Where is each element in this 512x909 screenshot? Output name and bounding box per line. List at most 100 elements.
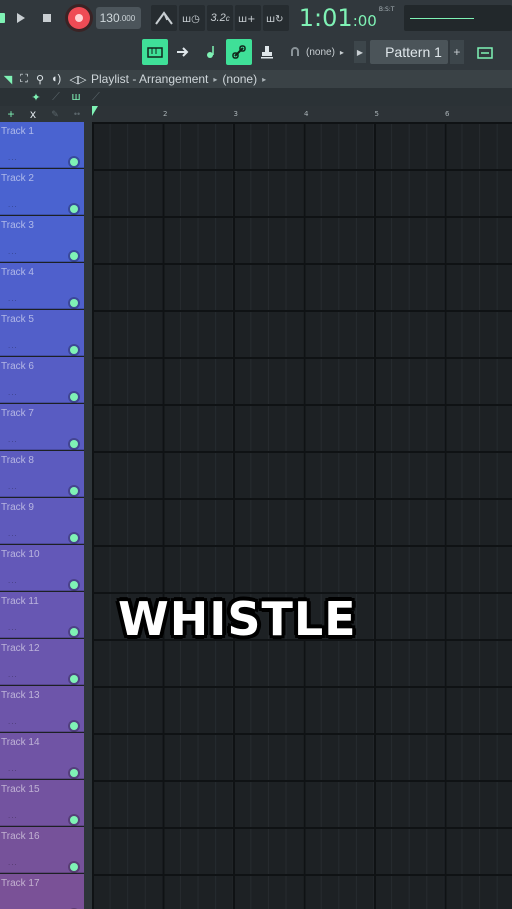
wait-for-input-icon[interactable]: ш◷ [179,5,206,31]
pattern-next-icon[interactable]: ▶ [353,41,366,63]
track-header[interactable]: Track 12... [0,639,84,685]
track-grip-icon[interactable]: ... [8,623,18,632]
track-grip-icon[interactable]: ... [8,200,18,209]
add-pattern-label: + [453,45,461,59]
track-header[interactable]: Track 3... [0,216,84,262]
track-grip-icon[interactable]: ... [8,764,18,773]
stamp-icon[interactable] [254,39,280,65]
svg-text:ш◷: ш◷ [182,14,200,24]
playlist-title-bar: ◥ ⛶ ⚲ ◖) ◁▷ Playlist - Arrangement ▸ (no… [0,70,512,88]
ruler-bar-number: 4 [304,110,309,118]
track-header[interactable]: Track 1... [0,122,84,168]
track-mute-led[interactable] [70,675,78,683]
track-grip-icon[interactable]: ... [8,811,18,820]
track-grip-icon[interactable]: ... [8,388,18,397]
track-mute-led[interactable] [70,722,78,730]
countdown-counter[interactable]: 3.2 c [207,5,234,31]
track-mute-led[interactable] [70,769,78,777]
tempo-value: 130 [99,11,120,25]
track-mute-led[interactable] [70,158,78,166]
channel-rack-icon[interactable] [472,39,498,65]
playlist-mode-icon[interactable] [0,5,8,31]
track-mute-led[interactable] [70,346,78,354]
playlist-title: Playlist - Arrangement [91,72,209,86]
track-name: Track 11 [1,596,39,607]
arrow-right-icon[interactable] [170,39,196,65]
track-mute-led[interactable] [70,393,78,401]
track-mute-led[interactable] [70,863,78,871]
snap-icon[interactable]: ✦ [26,89,46,105]
tempo-decimal: .000 [119,13,136,23]
song-position-display: 1:01:00 B:S:T [299,4,395,32]
track-mute-led[interactable] [70,440,78,448]
track-grip-icon[interactable]: ... [8,858,18,867]
track-header[interactable]: Track 5... [0,310,84,356]
track-name: Track 12 [1,643,40,654]
track-grip-icon[interactable]: ... [8,153,18,162]
track-mute-led[interactable] [70,534,78,542]
stop-button[interactable] [34,5,60,31]
ruler-bar-number: 2 [163,110,168,118]
track-grip-icon[interactable]: ... [8,905,18,909]
playlist-toggle-icon[interactable]: ◁▷ [70,71,87,87]
note-icon[interactable] [198,39,224,65]
tempo-display[interactable]: 130.000 [95,7,142,29]
pattern-selector[interactable]: (none) ▸ [290,47,344,58]
track-header[interactable]: Track 11... [0,592,84,638]
paint-tool-icon[interactable]: ш [66,89,86,105]
track-mute-led[interactable] [70,252,78,260]
pattern-name-field[interactable]: Pattern 1 [369,40,448,64]
track-header[interactable]: Track 17... [0,874,84,909]
track-grip-icon[interactable]: ... [8,482,18,491]
add-pattern-button[interactable]: + [449,40,464,64]
step-edit-icon[interactable]: ш+ [235,5,261,31]
metronome-icon[interactable] [151,5,178,31]
breadcrumb: ◁▷ Playlist - Arrangement ▸ (none) ▸ [70,71,267,87]
playlist-grid[interactable] [92,122,512,909]
track-grip-icon[interactable]: ... [8,717,18,726]
track-header[interactable]: Track 6... [0,357,84,403]
track-grip-icon[interactable]: ... [8,670,18,679]
add-track-button[interactable]: + [0,107,22,121]
track-grip-icon[interactable]: ... [8,341,18,350]
piano-roll-icon[interactable] [142,39,168,65]
track-mute-led[interactable] [70,581,78,589]
track-header[interactable]: Track 16... [0,827,84,873]
track-mute-led[interactable] [70,816,78,824]
track-grip-icon[interactable]: ... [8,576,18,585]
remove-track-button[interactable]: x [22,107,44,121]
playlist-current[interactable]: (none) [222,72,257,86]
play-button[interactable] [8,5,34,31]
track-grip-icon[interactable]: ... [8,247,18,256]
playhead-marker[interactable] [92,106,98,116]
track-header[interactable]: Track 8... [0,451,84,497]
track-name: Track 2 [1,173,34,184]
track-header[interactable]: Track 4... [0,263,84,309]
track-header[interactable]: Track 7... [0,404,84,450]
magnifier-icon[interactable]: ⚲ [32,71,48,87]
record-button[interactable] [67,7,90,29]
zoom-fit-icon[interactable]: ⛶ [16,71,32,87]
pencil-icon[interactable]: ✎ [44,109,66,120]
track-header[interactable]: Track 9... [0,498,84,544]
track-header[interactable]: Track 15... [0,780,84,826]
track-mute-led[interactable] [70,299,78,307]
track-grip-icon[interactable]: ... [8,294,18,303]
timeline-ruler[interactable]: 2 3 4 5 6 [92,106,512,122]
slice-tool-icon[interactable]: ⟋ [86,89,106,105]
track-header[interactable]: Track 13... [0,686,84,732]
track-header[interactable]: Track 10... [0,545,84,591]
link-icon[interactable] [226,39,252,65]
playlist-menu-icon[interactable]: ◥ [0,71,16,87]
track-mute-led[interactable] [70,205,78,213]
track-header-bar: + x ✎ •• [0,106,92,122]
track-grip-icon[interactable]: ... [8,435,18,444]
draw-tool-icon[interactable]: ⟋ [46,89,66,105]
track-mute-led[interactable] [70,487,78,495]
track-mute-led[interactable] [70,628,78,636]
track-header[interactable]: Track 14... [0,733,84,779]
loop-record-icon[interactable]: ш↻ [262,5,289,31]
track-grip-icon[interactable]: ... [8,529,18,538]
track-header[interactable]: Track 2... [0,169,84,215]
speaker-icon[interactable]: ◖) [48,71,64,87]
